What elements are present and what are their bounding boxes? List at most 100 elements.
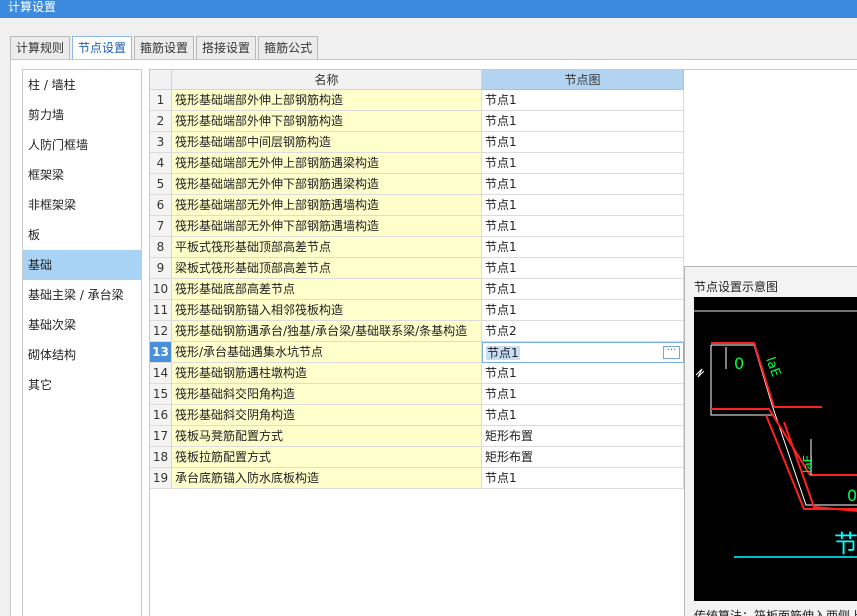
tab-stirrup-formula[interactable]: 箍筋公式	[258, 36, 319, 60]
row-number-cell[interactable]: 18	[150, 447, 172, 468]
node-diagram-cell[interactable]: 节点1	[482, 258, 684, 279]
node-diagram-cell[interactable]: 节点1	[482, 363, 684, 384]
node-diagram-cell[interactable]: 节点1	[482, 405, 684, 426]
sidebar-item-frame-beam[interactable]: 框架梁	[23, 160, 141, 190]
node-diagram-cell[interactable]: 节点1	[482, 174, 684, 195]
diagram-rebar-top-lower	[711, 408, 857, 476]
sidebar-item-non-frame-beam[interactable]: 非框架梁	[23, 190, 141, 220]
node-name-cell: 梁板式筏形基础顶部高差节点	[172, 258, 482, 279]
table-row[interactable]: 9 梁板式筏形基础顶部高差节点 节点1	[150, 258, 684, 279]
row-number-cell[interactable]: 2	[150, 111, 172, 132]
node-diagram-cell[interactable]: 节点1	[482, 468, 684, 489]
node-name-cell: 筏形基础斜交阴角构造	[172, 405, 482, 426]
row-number-cell[interactable]: 1	[150, 90, 172, 111]
node-name-cell: 平板式筏形基础顶部高差节点	[172, 237, 482, 258]
row-number-cell[interactable]: 7	[150, 216, 172, 237]
node-diagram-cell[interactable]: 矩形布置	[482, 447, 684, 468]
node-diagram-cell[interactable]: 节点1 ···	[482, 342, 684, 363]
table-row[interactable]: 8 平板式筏形基础顶部高差节点 节点1	[150, 237, 684, 258]
table-row[interactable]: 1 筏形基础端部外伸上部钢筋构造 节点1	[150, 90, 684, 111]
node-diagram-cell[interactable]: 节点1	[482, 300, 684, 321]
diagram-label-zero-bottom: 0	[847, 486, 857, 505]
row-number-cell[interactable]: 12	[150, 321, 172, 342]
diagram-label-title-char: 节	[834, 530, 857, 558]
node-diagram-cell[interactable]: 矩形布置	[482, 426, 684, 447]
table-row[interactable]: 17 筏板马凳筋配置方式 矩形布置	[150, 426, 684, 447]
diagram-label-zero-top: 0	[734, 354, 744, 373]
column-header-node-diagram[interactable]: 节点图	[482, 70, 684, 90]
table-row[interactable]: 7 筏形基础端部无外伸下部钢筋遇墙构造 节点1	[150, 216, 684, 237]
sidebar-item-foundation-main-beam[interactable]: 基础主梁 / 承台梁	[23, 280, 141, 310]
row-number-cell[interactable]: 4	[150, 153, 172, 174]
table-row[interactable]: 16 筏形基础斜交阴角构造 节点1	[150, 405, 684, 426]
row-number-cell[interactable]: 13	[150, 342, 172, 363]
sidebar-item-other[interactable]: 其它	[23, 370, 141, 400]
row-number-cell[interactable]: 9	[150, 258, 172, 279]
table-row[interactable]: 10 筏形基础底部高差节点 节点1	[150, 279, 684, 300]
sidebar-item-foundation-secondary-beam[interactable]: 基础次梁	[23, 310, 141, 340]
table-row[interactable]: 2 筏形基础端部外伸下部钢筋构造 节点1	[150, 111, 684, 132]
node-name-cell: 筏形基础钢筋遇承台/独基/承台梁/基础联系梁/条基构造	[172, 321, 482, 342]
row-number-cell[interactable]: 16	[150, 405, 172, 426]
node-name-cell: 筏形基础端部外伸下部钢筋构造	[172, 111, 482, 132]
node-name-cell: 筏形基础底部高差节点	[172, 279, 482, 300]
table-row[interactable]: 3 筏形基础端部中间层钢筋构造 节点1	[150, 132, 684, 153]
sidebar-item-slab[interactable]: 板	[23, 220, 141, 250]
table-row[interactable]: 11 筏形基础钢筋锚入相邻筏板构造 节点1	[150, 300, 684, 321]
column-header-name[interactable]: 名称	[172, 70, 482, 90]
row-number-cell[interactable]: 6	[150, 195, 172, 216]
tab-lap-settings[interactable]: 搭接设置	[196, 36, 257, 60]
window-titlebar: 计算设置	[0, 0, 857, 18]
row-number-cell[interactable]: 5	[150, 174, 172, 195]
table-row[interactable]: 13 筏形/承台基础遇集水坑节点 节点1 ···	[150, 342, 684, 363]
node-value-editing[interactable]: 节点1	[486, 346, 520, 360]
node-name-cell: 筏形基础端部外伸上部钢筋构造	[172, 90, 482, 111]
sidebar-item-civil-defense-door-frame-wall[interactable]: 人防门框墙	[23, 130, 141, 160]
node-diagram-cell[interactable]: 节点1	[482, 90, 684, 111]
row-number-cell[interactable]: 11	[150, 300, 172, 321]
node-diagram-cell[interactable]: 节点1	[482, 153, 684, 174]
grid-header: 名称 节点图	[150, 70, 684, 90]
row-number-cell[interactable]: 19	[150, 468, 172, 489]
tab-calc-rules[interactable]: 计算规则	[10, 36, 71, 60]
component-sidebar: 柱 / 墙柱 剪力墙 人防门框墙 框架梁 非框架梁 板 基础 基础主梁 / 承台…	[22, 69, 142, 616]
table-row[interactable]: 19 承台底筋锚入防水底板构造 节点1	[150, 468, 684, 489]
row-number-cell[interactable]: 17	[150, 426, 172, 447]
node-name-cell: 承台底筋锚入防水底板构造	[172, 468, 482, 489]
tab-node-settings[interactable]: 节点设置	[72, 36, 133, 61]
diagram-break-mark	[695, 368, 705, 378]
table-row[interactable]: 5 筏形基础端部无外伸下部钢筋遇梁构造 节点1	[150, 174, 684, 195]
row-number-cell[interactable]: 14	[150, 363, 172, 384]
ellipsis-button[interactable]: ···	[663, 346, 680, 359]
node-name-cell: 筏形/承台基础遇集水坑节点	[172, 342, 482, 363]
preview-note: 传统算法：筏板面筋伸入两侧上	[694, 609, 857, 616]
row-number-cell[interactable]: 15	[150, 384, 172, 405]
node-diagram-preview-panel: 节点设置示意图 0 laE laE 0 节 传统算法：筏板面筋伸入两侧上	[684, 266, 857, 616]
sidebar-item-foundation[interactable]: 基础	[23, 250, 141, 280]
sidebar-item-shear-wall[interactable]: 剪力墙	[23, 100, 141, 130]
table-row[interactable]: 18 筏板拉筋配置方式 矩形布置	[150, 447, 684, 468]
node-diagram-cell[interactable]: 节点1	[482, 216, 684, 237]
table-row[interactable]: 6 筏形基础端部无外伸上部钢筋遇墙构造 节点1	[150, 195, 684, 216]
node-diagram-cell[interactable]: 节点1	[482, 279, 684, 300]
table-row[interactable]: 15 筏形基础斜交阳角构造 节点1	[150, 384, 684, 405]
table-row[interactable]: 12 筏形基础钢筋遇承台/独基/承台梁/基础联系梁/条基构造 节点2	[150, 321, 684, 342]
node-diagram-cell[interactable]: 节点1	[482, 237, 684, 258]
row-number-header	[150, 70, 172, 90]
diagram-rebar-top-upper	[711, 342, 822, 408]
row-number-cell[interactable]: 8	[150, 237, 172, 258]
row-number-cell[interactable]: 10	[150, 279, 172, 300]
window-title: 计算设置	[8, 0, 57, 14]
node-diagram-cell[interactable]: 节点1	[482, 195, 684, 216]
node-diagram-cell[interactable]: 节点2	[482, 321, 684, 342]
tab-stirrup-settings[interactable]: 箍筋设置	[134, 36, 195, 60]
table-row[interactable]: 14 筏形基础钢筋遇柱墩构造 节点1	[150, 363, 684, 384]
sidebar-item-column[interactable]: 柱 / 墙柱	[23, 70, 141, 100]
node-diagram-cell[interactable]: 节点1	[482, 384, 684, 405]
table-row[interactable]: 4 筏形基础端部无外伸上部钢筋遇梁构造 节点1	[150, 153, 684, 174]
sidebar-item-masonry[interactable]: 砌体结构	[23, 340, 141, 370]
node-diagram-cell[interactable]: 节点1	[482, 132, 684, 153]
node-diagram-cell[interactable]: 节点1	[482, 111, 684, 132]
row-number-cell[interactable]: 3	[150, 132, 172, 153]
node-name-cell: 筏形基础端部无外伸上部钢筋遇墙构造	[172, 195, 482, 216]
